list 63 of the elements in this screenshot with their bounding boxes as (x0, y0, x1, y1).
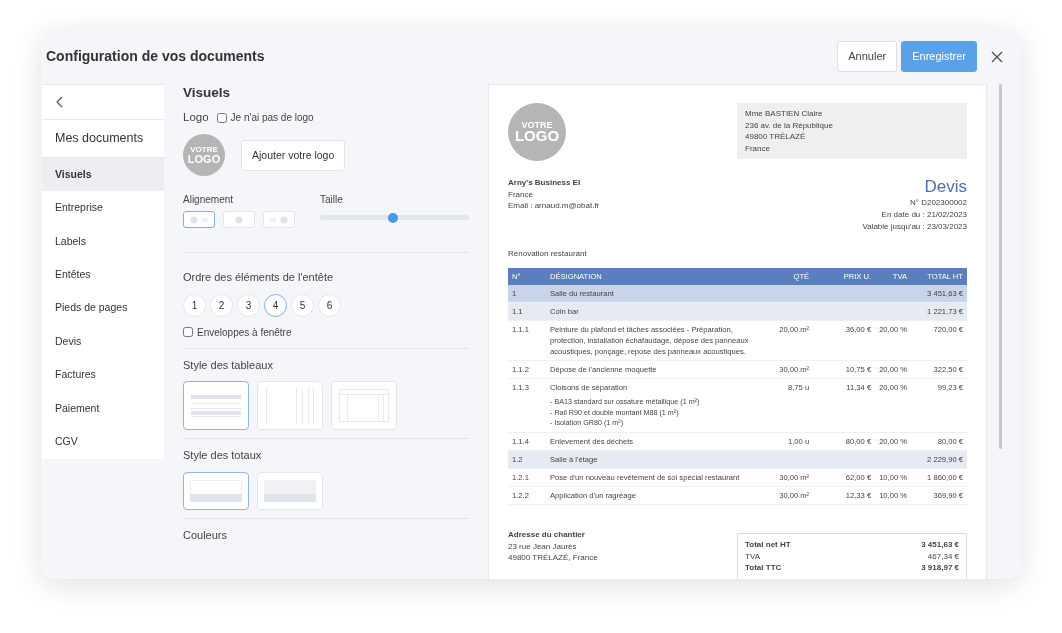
logo-text: LOGO (514, 129, 560, 144)
logo-alignment-icon (189, 215, 209, 224)
totals-value: 3 918,97 € (921, 562, 959, 574)
totals-label: Total net HT (745, 539, 791, 551)
totals-layout-icon (190, 479, 242, 502)
order-step[interactable]: 5 (291, 293, 314, 317)
cancel-button[interactable]: Annuler (837, 41, 898, 72)
company-line: Email : arnaud.m@obat.fr (508, 200, 600, 212)
alignment-label: Alignement (183, 193, 235, 208)
back-button[interactable] (54, 94, 65, 110)
recipient-line: Mme BASTIEN Claire (745, 108, 824, 120)
totals-value: 3 451,63 € (921, 539, 959, 551)
checkbox[interactable] (183, 327, 193, 338)
totals-layout-icon (264, 479, 316, 502)
logo-text: VOTRE (521, 120, 553, 130)
checkbox-label: Enveloppes à fenêtre (197, 325, 292, 340)
section-title: Visuels (183, 84, 232, 102)
logo-label: Logo (183, 110, 209, 126)
header-order-label: Ordre des éléments de l'entête (183, 270, 335, 286)
recipient-line: 49800 TRÉLAZÉ (745, 131, 807, 143)
window-title: Configuration de vos documents (46, 47, 265, 66)
order-step[interactable]: 3 (237, 293, 260, 317)
sidebar-item[interactable]: Visuels (42, 158, 164, 192)
company-line: Arny's Business EI (508, 177, 582, 189)
table-layout-icon (266, 387, 314, 424)
order-step[interactable]: 4 (264, 293, 287, 317)
close-icon (991, 50, 1003, 63)
alignment-option[interactable] (183, 211, 215, 229)
table-style-option[interactable] (183, 381, 249, 431)
document-meta: Valable jusqu'au : 23/03/2023 (862, 220, 967, 233)
order-step[interactable]: 2 (210, 293, 233, 317)
size-slider[interactable] (320, 215, 469, 221)
recipient-line: France (745, 142, 771, 155)
document-meta: N° D202300002 (908, 197, 967, 209)
slider-thumb[interactable] (388, 212, 398, 223)
table-style-label: Style des tableaux (183, 357, 274, 373)
order-step[interactable]: 6 (318, 293, 341, 317)
company-line: France (508, 188, 534, 201)
totals-label: Total TTC (745, 562, 782, 574)
logo-text: VOTRE (190, 145, 218, 154)
order-step[interactable]: 1 (183, 293, 206, 317)
totals-label: TVA (745, 550, 760, 563)
site-address-line: 23 rue Jean Jaurès (508, 540, 578, 553)
colors-label: Couleurs (183, 527, 229, 543)
logo-text: LOGO (187, 153, 221, 165)
table-layout-icon (191, 394, 241, 417)
add-logo-button[interactable]: Ajouter votre logo (241, 139, 346, 172)
recipient-line: 236 av. de la République (745, 119, 834, 132)
logo-alignment-icon (269, 215, 289, 224)
size-label: Taille (320, 193, 344, 208)
document-meta: En date du : 21/02/2023 (880, 209, 967, 221)
checkbox[interactable] (216, 112, 227, 123)
site-address-label: Adresse du chantier (508, 529, 586, 541)
document-subject: Rénovation restaurant (508, 248, 588, 260)
scrollbar[interactable] (999, 84, 1002, 449)
totals-style-option[interactable] (183, 471, 249, 510)
totals-value: 467,34 € (927, 550, 959, 563)
chevron-left-icon (56, 96, 63, 108)
table-layout-icon (339, 389, 389, 423)
document-title: Devis (923, 177, 967, 198)
site-address-line: 49800 TRÉLAZÉ, France (508, 552, 598, 564)
totals-style-label: Style des totaux (183, 448, 263, 464)
checkbox-label: Je n'ai pas de logo (230, 111, 314, 126)
